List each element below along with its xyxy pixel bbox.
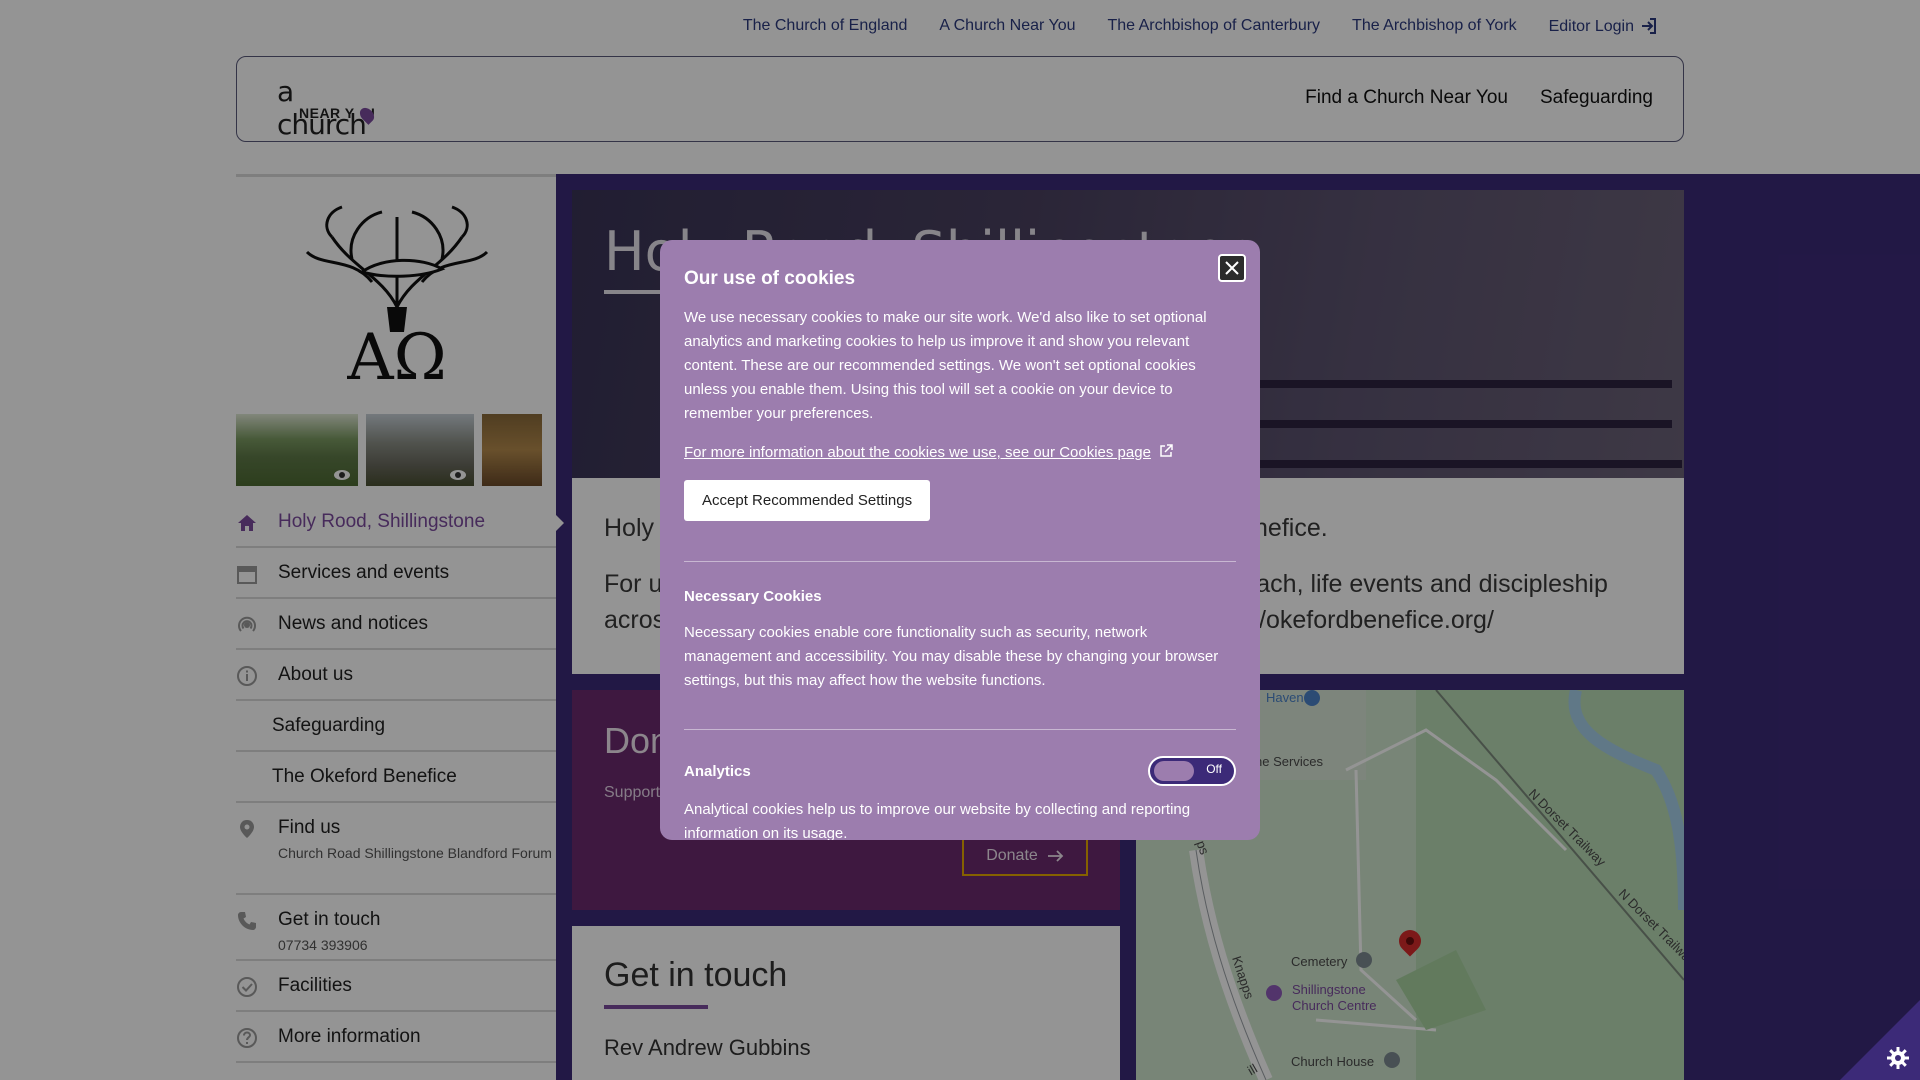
- analytics-toggle[interactable]: Off: [1148, 756, 1236, 786]
- section-divider: [684, 561, 1236, 562]
- gear-icon[interactable]: [1886, 1046, 1910, 1070]
- necessary-cookies-text: Necessary cookies enable core functional…: [684, 624, 1219, 689]
- accept-recommended-settings-button[interactable]: Accept Recommended Settings: [684, 480, 931, 521]
- cookie-consent-dialog: Our use of cookies We use necessary cook…: [660, 240, 1260, 840]
- analytics-text: Analytical cookies help us to improve ou…: [684, 801, 1191, 840]
- toggle-knob: [1154, 761, 1194, 781]
- analytics-title: Analytics: [684, 762, 751, 780]
- external-link-icon: [1160, 444, 1173, 457]
- toggle-state-label: Off: [1206, 762, 1222, 776]
- cookie-intro-text: We use necessary cookies to make our sit…: [684, 309, 1207, 422]
- close-button[interactable]: [1218, 254, 1246, 282]
- section-divider: [684, 729, 1236, 730]
- necessary-cookies-title: Necessary Cookies: [684, 588, 822, 605]
- cookie-dialog-title: Our use of cookies: [684, 268, 856, 289]
- close-icon: [1225, 261, 1239, 275]
- analytics-row: Analytics Off: [684, 756, 1236, 786]
- cookies-page-link[interactable]: For more information about the cookies w…: [684, 444, 1173, 461]
